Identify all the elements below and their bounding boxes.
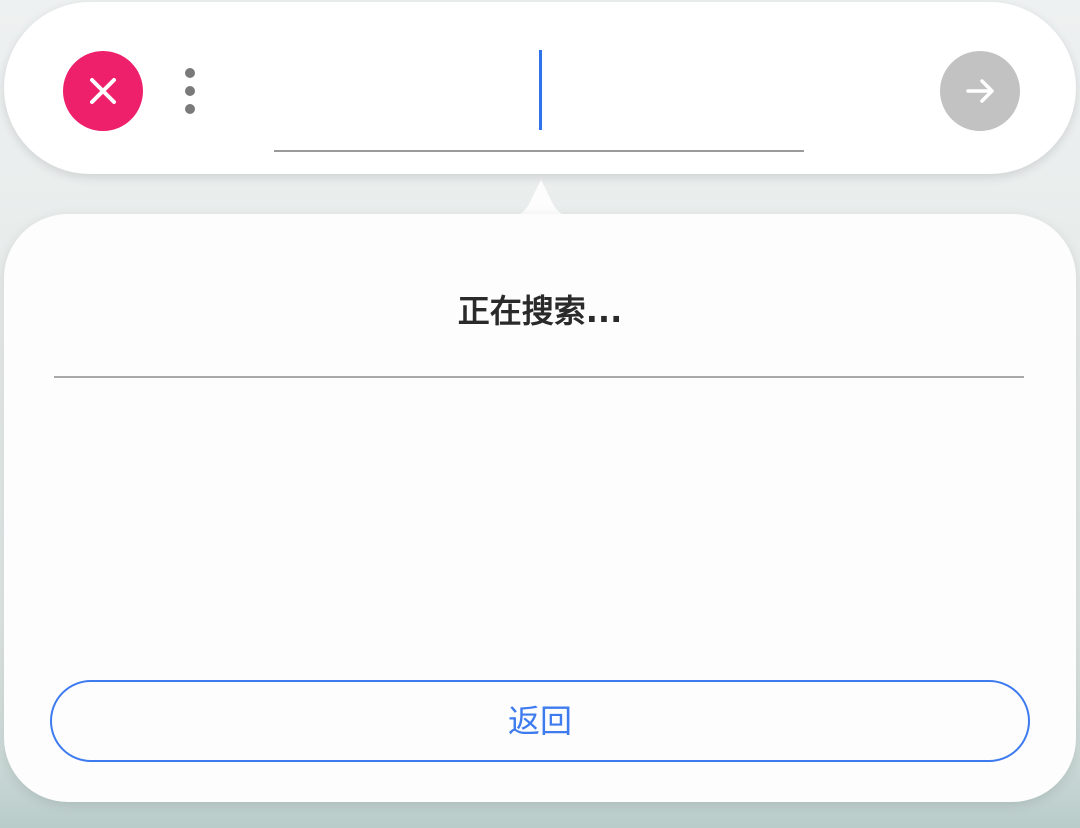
- arrow-right-icon: [966, 79, 994, 103]
- go-button[interactable]: [940, 51, 1020, 131]
- popup-pointer: [506, 180, 576, 218]
- text-caret: [539, 50, 542, 130]
- divider: [54, 376, 1024, 378]
- back-button[interactable]: 返回: [50, 680, 1030, 762]
- search-bar: [4, 2, 1076, 174]
- more-options-button[interactable]: [174, 64, 206, 118]
- close-button[interactable]: [63, 51, 143, 131]
- search-results-panel: 正在搜索... 返回: [4, 214, 1076, 802]
- search-field: [274, 42, 804, 152]
- searching-status: 正在搜索...: [457, 292, 623, 330]
- more-vertical-icon: [185, 68, 195, 114]
- close-icon: [90, 78, 116, 104]
